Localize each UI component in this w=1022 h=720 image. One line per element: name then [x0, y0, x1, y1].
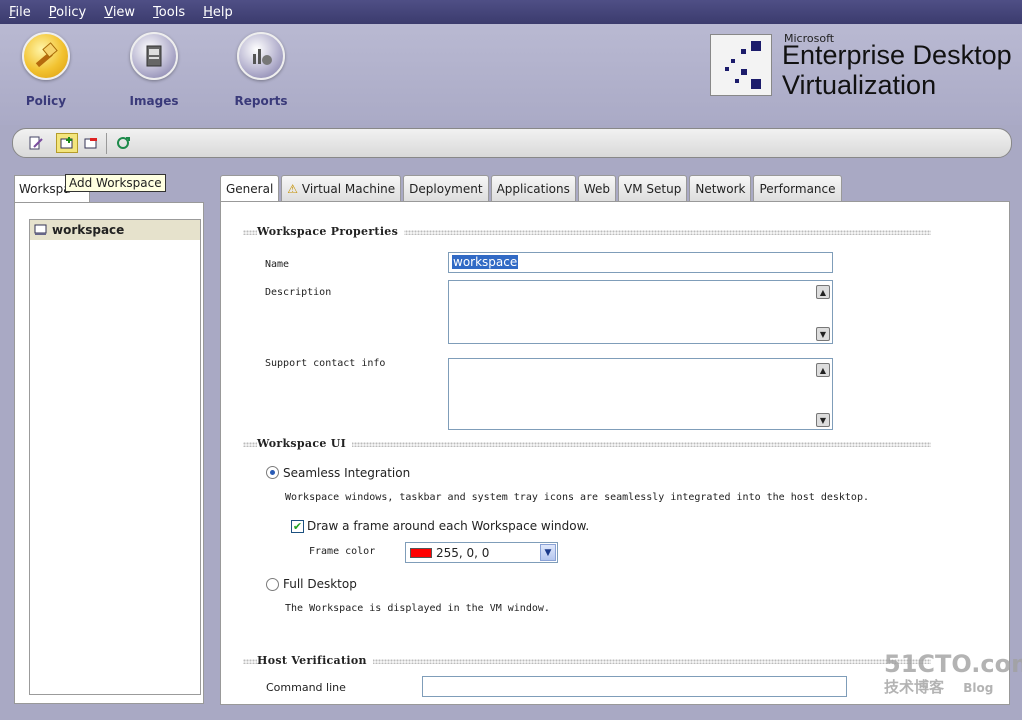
support-contact-input[interactable]: ▲ ▼ — [448, 358, 833, 430]
workspace-list-panel: Workspa workspace — [10, 175, 206, 705]
menu-tools[interactable]: Tools — [150, 5, 188, 20]
nav-policy-label: Policy — [25, 94, 67, 108]
general-tab-content: Workspace Properties Name workspace Desc… — [220, 201, 1010, 705]
full-desktop-radio[interactable] — [266, 578, 279, 591]
tab-network[interactable]: Network — [689, 175, 752, 201]
scroll-down-icon[interactable]: ▼ — [816, 327, 830, 341]
nav-images-label: Images — [129, 94, 179, 108]
section-title: Host Verification — [257, 654, 373, 667]
workspace-list-body: workspace — [14, 202, 204, 704]
menu-help[interactable]: Help — [200, 5, 236, 20]
watermark: 51CTO.com 技术博客 Blog — [884, 650, 1022, 697]
brand-line2: Virtualization — [782, 70, 937, 100]
menu-policy[interactable]: Policy — [46, 5, 89, 20]
description-label: Description — [265, 287, 332, 298]
name-input-value: workspace — [452, 255, 519, 269]
refresh-icon — [117, 137, 130, 149]
watermark-line2: 技术博客 — [884, 678, 945, 696]
tab-virtual-machine[interactable]: ⚠ Virtual Machine — [281, 175, 402, 201]
add-workspace-button[interactable] — [56, 133, 78, 153]
menu-bar: File Policy View Tools Help — [0, 0, 1022, 24]
name-label: Name — [265, 259, 290, 270]
nav-images-button[interactable]: Images — [114, 32, 194, 108]
tab-general[interactable]: General — [220, 175, 280, 202]
description-input[interactable]: ▲ ▼ — [448, 280, 833, 344]
toolbar-separator — [106, 133, 107, 154]
medv-logo-icon — [710, 34, 772, 96]
tab-strip: General ⚠ Virtual Machine Deployment App… — [220, 175, 844, 202]
section-title: Workspace Properties — [257, 225, 405, 238]
remove-workspace-icon — [84, 138, 97, 149]
tab-performance[interactable]: Performance — [753, 175, 842, 201]
menu-file[interactable]: File — [6, 5, 34, 20]
support-scrollbar[interactable]: ▲ ▼ — [815, 360, 831, 428]
edit-button[interactable] — [25, 133, 47, 153]
add-workspace-icon — [60, 137, 73, 149]
full-desktop-description: The Workspace is displayed in the VM win… — [285, 603, 550, 614]
nav-reports-label: Reports — [234, 94, 288, 108]
gavel-icon — [22, 32, 70, 80]
header: Policy Images Reports Microsoft Enterpri… — [0, 24, 1022, 125]
workspace-ui-section: Workspace UI — [243, 437, 931, 451]
edit-icon — [29, 136, 43, 150]
color-swatch — [410, 548, 432, 558]
list-item-workspace[interactable]: workspace — [30, 220, 200, 240]
tab-applications[interactable]: Applications — [490, 175, 576, 201]
toolbar — [12, 128, 1012, 158]
watermark-line3: Blog — [963, 681, 994, 695]
host-verification-section: Host Verification — [243, 654, 931, 668]
remove-workspace-button[interactable] — [80, 133, 102, 153]
menu-view[interactable]: View — [101, 5, 138, 20]
warning-icon: ⚠ — [287, 182, 299, 196]
frame-color-select[interactable]: 255, 0, 0 ▼ — [405, 542, 558, 563]
command-line-input[interactable] — [422, 676, 847, 697]
full-desktop-label: Full Desktop — [283, 577, 357, 591]
images-icon — [130, 32, 178, 80]
workspace-icon — [34, 224, 47, 235]
reports-icon — [237, 32, 285, 80]
scroll-up-icon[interactable]: ▲ — [816, 363, 830, 377]
workspace-properties-section: Workspace Properties — [243, 225, 931, 239]
support-contact-label: Support contact info — [265, 358, 386, 369]
frame-color-value: 255, 0, 0 — [436, 546, 490, 560]
seamless-integration-label: Seamless Integration — [283, 466, 411, 480]
watermark-line1: 51CTO.com — [884, 650, 1022, 678]
scroll-down-icon[interactable]: ▼ — [816, 413, 830, 427]
seamless-description: Workspace windows, taskbar and system tr… — [285, 492, 869, 503]
add-workspace-tooltip: Add Workspace — [65, 174, 166, 192]
draw-frame-label: Draw a frame around each Workspace windo… — [307, 519, 590, 533]
frame-color-label: Frame color — [309, 546, 376, 557]
tab-virtual-machine-label: Virtual Machine — [301, 182, 396, 196]
name-input[interactable]: workspace — [448, 252, 833, 273]
tab-vm-setup[interactable]: VM Setup — [618, 175, 688, 201]
scroll-up-icon[interactable]: ▲ — [816, 285, 830, 299]
workspace-tree: workspace — [29, 219, 201, 695]
tab-deployment[interactable]: Deployment — [403, 175, 489, 201]
workspace-item-label: workspace — [52, 223, 125, 237]
chevron-down-icon[interactable]: ▼ — [540, 544, 556, 561]
section-title: Workspace UI — [257, 437, 353, 450]
nav-reports-button[interactable]: Reports — [221, 32, 301, 108]
nav-policy-button[interactable]: Policy — [6, 32, 86, 108]
refresh-button[interactable] — [112, 133, 134, 153]
seamless-integration-radio[interactable] — [266, 466, 279, 479]
command-line-label: Command line — [266, 681, 346, 694]
tab-web[interactable]: Web — [577, 175, 617, 201]
description-scrollbar[interactable]: ▲ ▼ — [815, 282, 831, 342]
draw-frame-checkbox[interactable]: ✔ — [291, 520, 304, 533]
brand-line1: Enterprise Desktop — [782, 40, 1012, 70]
